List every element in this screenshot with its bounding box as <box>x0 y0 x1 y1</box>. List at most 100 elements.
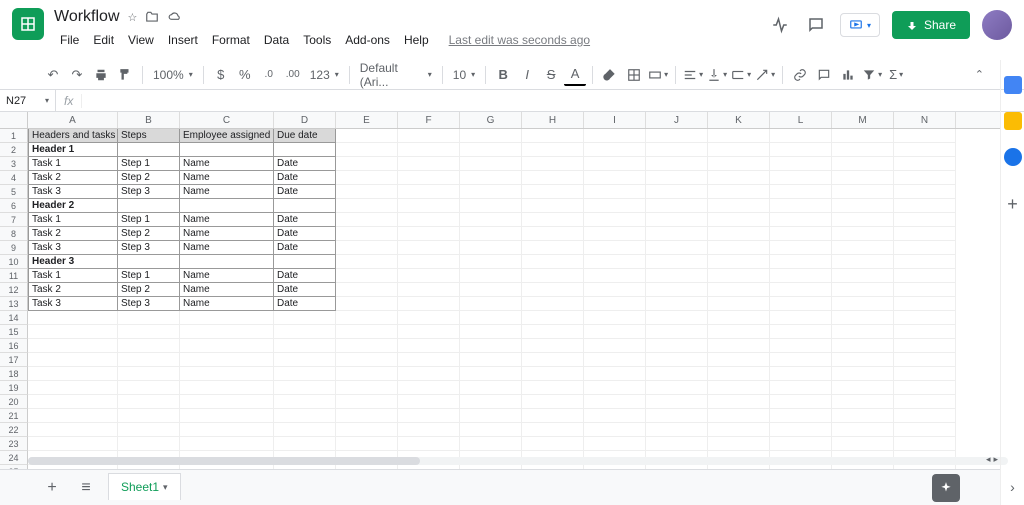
filter-icon[interactable] <box>861 64 883 86</box>
cell-A4[interactable]: Task 2 <box>28 171 118 185</box>
cell-L19[interactable] <box>770 381 832 395</box>
cell-B8[interactable]: Step 2 <box>118 227 180 241</box>
cell-C11[interactable]: Name <box>180 269 274 283</box>
cell-J6[interactable] <box>646 199 708 213</box>
currency-button[interactable]: $ <box>210 64 232 86</box>
cell-C3[interactable]: Name <box>180 157 274 171</box>
all-sheets-button[interactable]: ≡ <box>74 476 98 500</box>
cell-F20[interactable] <box>398 395 460 409</box>
row-header-15[interactable]: 15 <box>0 325 28 339</box>
cell-C12[interactable]: Name <box>180 283 274 297</box>
row-header-6[interactable]: 6 <box>0 199 28 213</box>
explore-button[interactable] <box>932 474 960 502</box>
row-header-4[interactable]: 4 <box>0 171 28 185</box>
cell-C7[interactable]: Name <box>180 213 274 227</box>
cell-H14[interactable] <box>522 311 584 325</box>
cell-C21[interactable] <box>180 409 274 423</box>
percent-button[interactable]: % <box>234 64 256 86</box>
cell-N4[interactable] <box>894 171 956 185</box>
rotate-icon[interactable] <box>754 64 776 86</box>
cell-A7[interactable]: Task 1 <box>28 213 118 227</box>
row-header-2[interactable]: 2 <box>0 143 28 157</box>
cell-F12[interactable] <box>398 283 460 297</box>
cell-K19[interactable] <box>708 381 770 395</box>
comments-icon[interactable] <box>804 13 828 37</box>
menu-tools[interactable]: Tools <box>297 30 337 50</box>
cell-L21[interactable] <box>770 409 832 423</box>
col-header-A[interactable]: A <box>28 112 118 128</box>
menu-edit[interactable]: Edit <box>87 30 120 50</box>
cell-C5[interactable]: Name <box>180 185 274 199</box>
col-header-E[interactable]: E <box>336 112 398 128</box>
cell-H21[interactable] <box>522 409 584 423</box>
cell-K7[interactable] <box>708 213 770 227</box>
cell-H9[interactable] <box>522 241 584 255</box>
cell-B23[interactable] <box>118 437 180 451</box>
cell-J21[interactable] <box>646 409 708 423</box>
cell-G20[interactable] <box>460 395 522 409</box>
redo-icon[interactable]: ↷ <box>66 64 88 86</box>
doc-title[interactable]: Workflow <box>54 8 120 26</box>
cell-J10[interactable] <box>646 255 708 269</box>
cell-M19[interactable] <box>832 381 894 395</box>
font-size-dropdown[interactable]: 10 <box>449 68 479 82</box>
cell-H16[interactable] <box>522 339 584 353</box>
cell-D13[interactable]: Date <box>274 297 336 311</box>
cell-N23[interactable] <box>894 437 956 451</box>
cell-L12[interactable] <box>770 283 832 297</box>
cell-F17[interactable] <box>398 353 460 367</box>
cell-H7[interactable] <box>522 213 584 227</box>
cell-M16[interactable] <box>832 339 894 353</box>
cell-F16[interactable] <box>398 339 460 353</box>
cell-N2[interactable] <box>894 143 956 157</box>
cell-G12[interactable] <box>460 283 522 297</box>
row-header-14[interactable]: 14 <box>0 311 28 325</box>
keep-sidepanel-icon[interactable] <box>1004 112 1022 130</box>
cell-F10[interactable] <box>398 255 460 269</box>
cell-J22[interactable] <box>646 423 708 437</box>
cell-F21[interactable] <box>398 409 460 423</box>
cell-N15[interactable] <box>894 325 956 339</box>
cell-J8[interactable] <box>646 227 708 241</box>
cell-J5[interactable] <box>646 185 708 199</box>
cell-F15[interactable] <box>398 325 460 339</box>
cell-K8[interactable] <box>708 227 770 241</box>
cell-D10[interactable] <box>274 255 336 269</box>
cell-K9[interactable] <box>708 241 770 255</box>
cell-G15[interactable] <box>460 325 522 339</box>
cell-M13[interactable] <box>832 297 894 311</box>
strike-button[interactable]: S <box>540 64 562 86</box>
cell-L7[interactable] <box>770 213 832 227</box>
cell-A14[interactable] <box>28 311 118 325</box>
row-header-19[interactable]: 19 <box>0 381 28 395</box>
cell-N8[interactable] <box>894 227 956 241</box>
cell-M22[interactable] <box>832 423 894 437</box>
cell-I6[interactable] <box>584 199 646 213</box>
cell-E22[interactable] <box>336 423 398 437</box>
sheets-logo[interactable] <box>12 8 44 40</box>
italic-button[interactable]: I <box>516 64 538 86</box>
chart-icon[interactable] <box>837 64 859 86</box>
cell-L3[interactable] <box>770 157 832 171</box>
cell-A8[interactable]: Task 2 <box>28 227 118 241</box>
cell-E15[interactable] <box>336 325 398 339</box>
cell-I4[interactable] <box>584 171 646 185</box>
row-header-22[interactable]: 22 <box>0 423 28 437</box>
col-header-N[interactable]: N <box>894 112 956 128</box>
name-box[interactable]: N27▾ <box>0 90 56 111</box>
cell-A1[interactable]: Headers and tasks <box>28 129 118 143</box>
cell-B21[interactable] <box>118 409 180 423</box>
cell-B3[interactable]: Step 1 <box>118 157 180 171</box>
cell-B9[interactable]: Step 3 <box>118 241 180 255</box>
cell-M18[interactable] <box>832 367 894 381</box>
cell-D15[interactable] <box>274 325 336 339</box>
functions-icon[interactable]: Σ <box>885 64 907 86</box>
cell-D4[interactable]: Date <box>274 171 336 185</box>
col-header-B[interactable]: B <box>118 112 180 128</box>
cell-L20[interactable] <box>770 395 832 409</box>
cell-C6[interactable] <box>180 199 274 213</box>
cell-I22[interactable] <box>584 423 646 437</box>
row-header-13[interactable]: 13 <box>0 297 28 311</box>
col-header-F[interactable]: F <box>398 112 460 128</box>
cell-D21[interactable] <box>274 409 336 423</box>
